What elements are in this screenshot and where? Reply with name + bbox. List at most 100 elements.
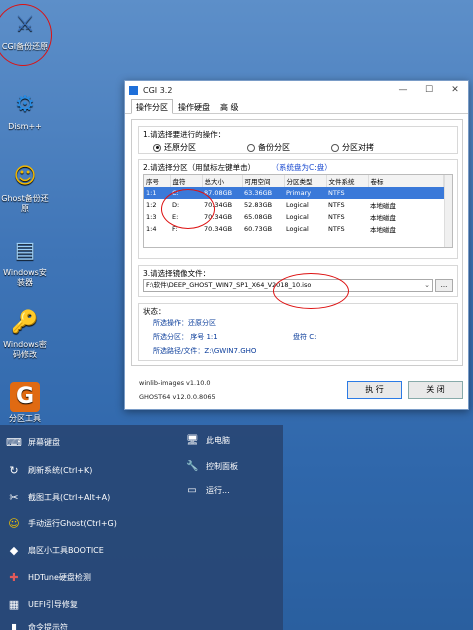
- cell: 本地磁盘: [370, 214, 396, 222]
- chevron-down-icon[interactable]: ⌄: [424, 280, 430, 291]
- tab-bar: 操作分区 操作硬盘 高 级: [125, 99, 468, 114]
- status-partition: 所选分区： 序号 1:1: [153, 333, 218, 341]
- menu-item-bootice[interactable]: ◆ 扇区小工具BOOTICE: [6, 541, 104, 559]
- menu-item-control-panel[interactable]: 🔧 控制面板: [186, 461, 238, 472]
- title-bar: CGI 3.2 — ☐ ✕: [125, 81, 468, 99]
- radio-label: 分区对拷: [342, 143, 374, 152]
- desktop-icon-label: Ghost备份还原: [1, 194, 49, 213]
- system-disk-hint: （系统盘为C:盘）: [271, 163, 332, 172]
- cell: Primary: [284, 187, 326, 199]
- menu-item-ghost[interactable]: ☺ 手动运行Ghost(Ctrl+G): [6, 514, 117, 532]
- status-operation: 所选操作：还原分区: [153, 319, 216, 327]
- radio-backup[interactable]: 备份分区: [247, 142, 290, 153]
- menu-item-label: 控制面板: [206, 462, 238, 471]
- refresh-icon: ↻: [9, 463, 19, 477]
- radio-dot: [153, 143, 161, 152]
- close-button[interactable]: 关 闭: [408, 381, 463, 399]
- partition-title: 2.请选择分区（用鼠标左键单击） （系统盘为C:盘）: [143, 162, 332, 173]
- partition-title-text: 2.请选择分区（用鼠标左键单击）: [143, 163, 256, 172]
- cell: 1:4: [146, 225, 157, 233]
- annotation-circle: [161, 189, 215, 229]
- col-fs[interactable]: 文件系统: [326, 175, 369, 187]
- menu-item-label: HDTune硬盘检测: [28, 572, 91, 582]
- radio-dot: [331, 143, 339, 152]
- menu-item-label: UEFI引导修复: [28, 599, 78, 609]
- cgi-window: CGI 3.2 — ☐ ✕ 操作分区 操作硬盘 高 级 1.请选择要进行的操作：…: [124, 80, 469, 410]
- cell: NTFS: [328, 213, 345, 221]
- cell: NTFS: [328, 201, 345, 209]
- tab-disk[interactable]: 操作硬盘: [173, 99, 215, 113]
- menu-item-label: 此电脑: [206, 436, 230, 445]
- run-icon: ▭: [187, 485, 197, 496]
- menu-item-screenshot[interactable]: ✂ 截图工具(Ctrl+Alt+A): [6, 488, 110, 506]
- close-icon[interactable]: ✕: [442, 85, 468, 95]
- cell: 本地磁盘: [370, 226, 396, 234]
- menu-item-osk[interactable]: ⌨ 屏幕键盘: [6, 433, 60, 451]
- cell: NTFS: [328, 225, 345, 233]
- radio-label: 还原分区: [164, 143, 196, 152]
- uefi-icon: ▦: [8, 597, 20, 611]
- annotation-circle: [0, 4, 52, 66]
- col-label[interactable]: 卷标: [368, 175, 444, 187]
- menu-item-label: 刷新系统(Ctrl+K): [28, 465, 93, 475]
- minimize-icon[interactable]: —: [390, 85, 416, 95]
- key-icon: 🔑: [11, 310, 39, 335]
- desktop-icon-label: Windows安装器: [3, 268, 47, 287]
- window-title: CGI 3.2: [143, 85, 173, 95]
- bootice-icon: ◆: [9, 543, 19, 557]
- table-header: 序号 盘符 总大小 可用空间 分区类型 文件系统 卷标: [144, 175, 444, 187]
- cell: 本地磁盘: [370, 202, 396, 210]
- browse-button[interactable]: ...: [435, 279, 453, 292]
- cell: Logical: [286, 201, 309, 209]
- hdtune-icon: ✚: [9, 570, 19, 584]
- menu-item-uefi[interactable]: ▦ UEFI引导修复: [6, 595, 78, 613]
- radio-dot: [247, 143, 255, 152]
- desktop-icon-windows-installer[interactable]: ▤ Windows安装器: [0, 236, 50, 288]
- col-drive[interactable]: 盘符: [170, 175, 203, 187]
- menu-item-cmd[interactable]: ▮ 命令提示符: [6, 618, 68, 630]
- desktop-icon-partition[interactable]: G 分区工具: [0, 382, 50, 424]
- menu-item-refresh[interactable]: ↻ 刷新系统(Ctrl+K): [6, 461, 92, 479]
- status-title: 状态：: [143, 307, 166, 316]
- desktop-icon-label: Windows密码修改: [3, 340, 47, 359]
- desktop-icon-label: 分区工具: [9, 414, 41, 423]
- scissors-icon: ✂: [9, 490, 19, 504]
- menu-item-hdtune[interactable]: ✚ HDTune硬盘检测: [6, 568, 91, 586]
- ghost-icon: ☺: [8, 516, 20, 530]
- gear-icon: ⚙: [15, 92, 35, 117]
- tab-partition[interactable]: 操作分区: [131, 99, 173, 114]
- cell: Logical: [286, 213, 309, 221]
- col-index[interactable]: 序号: [144, 175, 171, 187]
- col-total[interactable]: 总大小: [202, 175, 243, 187]
- desktop-icon-ghost[interactable]: ☺ Ghost备份还原: [0, 162, 50, 214]
- menu-item-run[interactable]: ▭ 运行...: [186, 485, 230, 496]
- partition-tool-icon: G: [10, 382, 40, 412]
- keyboard-icon: ⌨: [6, 435, 22, 449]
- cell: 70.34GB: [204, 225, 233, 233]
- menu-item-label: 屏幕键盘: [28, 437, 60, 447]
- menu-item-this-pc[interactable]: 🖥 此电脑: [186, 435, 230, 446]
- menu-item-label: 命令提示符: [28, 622, 68, 630]
- radio-label: 备份分区: [258, 143, 290, 152]
- col-type[interactable]: 分区类型: [284, 175, 327, 187]
- maximize-icon[interactable]: ☐: [416, 85, 442, 95]
- ghost-version: GHOST64 v12.0.0.8065: [139, 393, 216, 401]
- menu-item-label: 运行...: [206, 486, 230, 495]
- desktop-icon-password[interactable]: 🔑 Windows密码修改: [0, 308, 50, 360]
- execute-button[interactable]: 执 行: [347, 381, 402, 399]
- terminal-icon: ▮: [10, 620, 18, 630]
- radio-copy[interactable]: 分区对拷: [331, 142, 374, 153]
- tab-advanced[interactable]: 高 级: [215, 99, 244, 113]
- cell: NTFS: [326, 187, 368, 199]
- table-scrollbar[interactable]: [444, 175, 452, 247]
- app-icon: [129, 85, 138, 95]
- col-free[interactable]: 可用空间: [242, 175, 285, 187]
- status-group: 状态： 所选操作：还原分区 所选分区： 序号 1:1 盘符 C: 所选路径/文件…: [138, 303, 458, 361]
- desktop-icon-dism[interactable]: ⚙ Dism++: [0, 90, 50, 132]
- partition-panel: 1.请选择要进行的操作： 还原分区 备份分区 分区对拷 2.请选择分区（用鼠标左…: [131, 119, 463, 366]
- winlib-version: winlib-images v1.10.0: [139, 379, 211, 387]
- radio-restore[interactable]: 还原分区: [153, 142, 196, 153]
- operation-title: 1.请选择要进行的操作：: [143, 130, 226, 139]
- computer-icon: 🖥: [186, 435, 199, 446]
- menu-item-label: 手动运行Ghost(Ctrl+G): [28, 518, 117, 528]
